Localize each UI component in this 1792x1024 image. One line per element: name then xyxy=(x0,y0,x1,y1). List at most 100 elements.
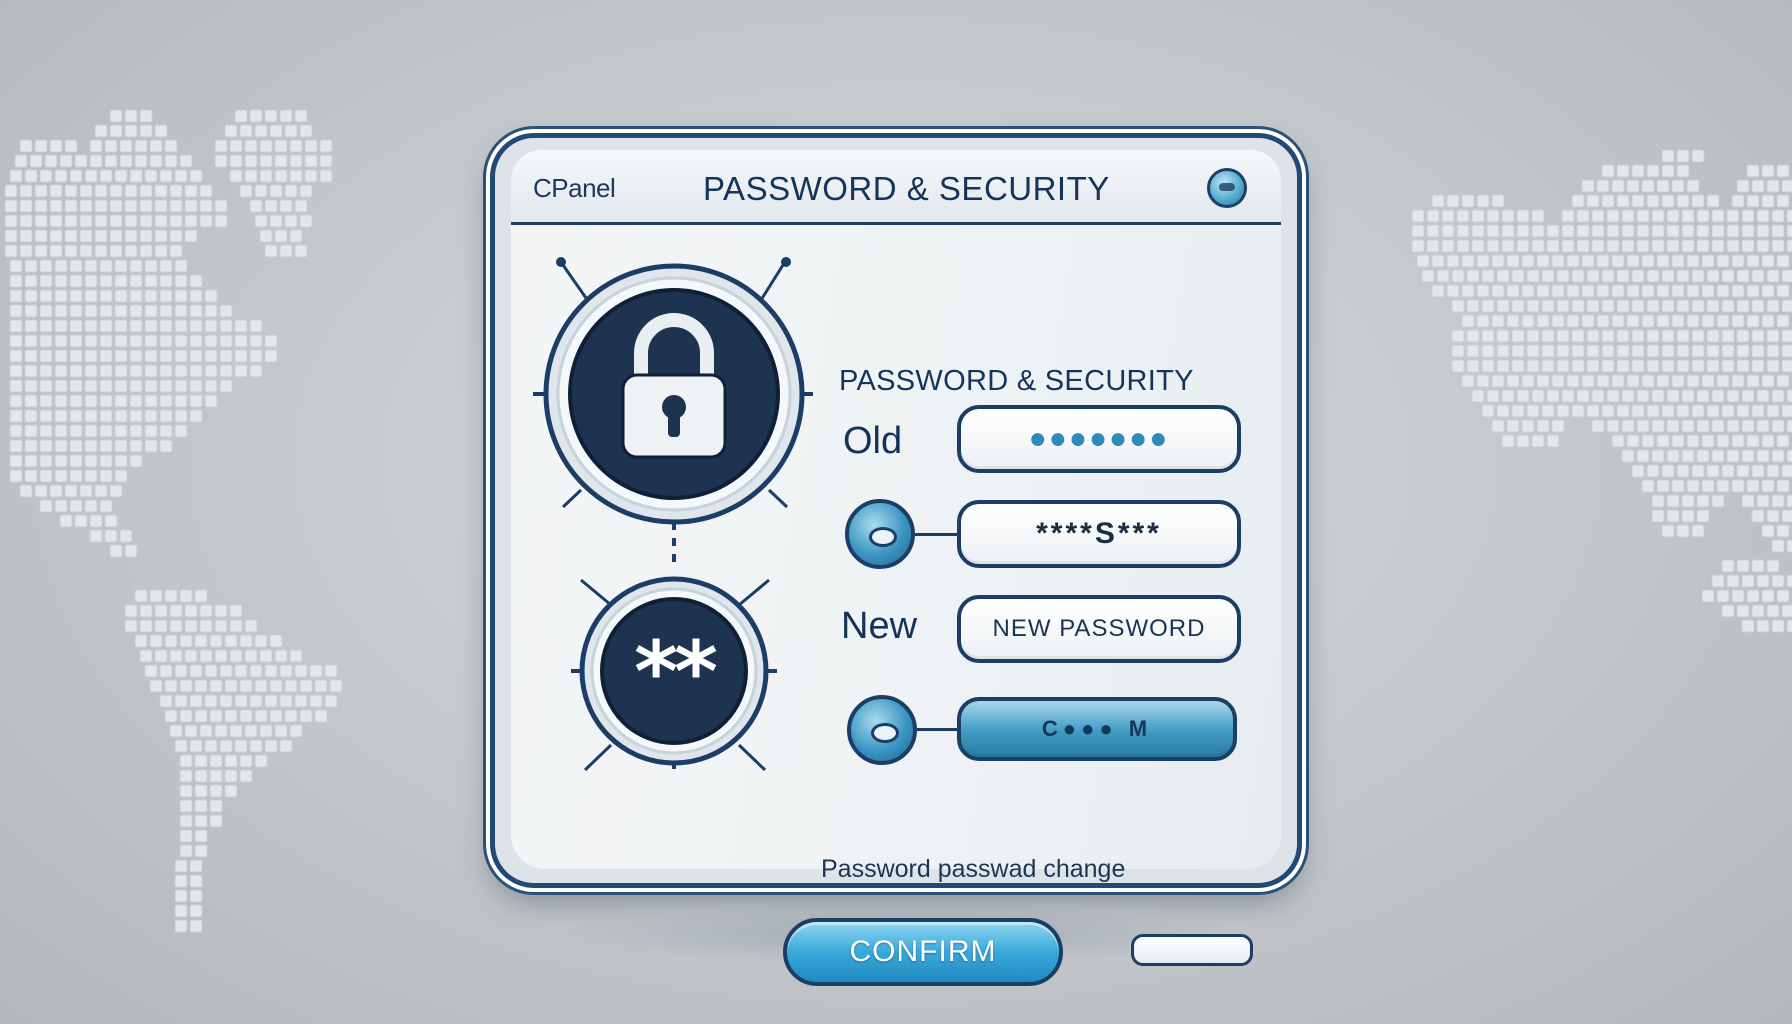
map-tile xyxy=(9,349,23,363)
map-tile xyxy=(1696,494,1710,508)
map-tile xyxy=(209,709,223,723)
map-tile xyxy=(1566,284,1580,298)
confirm-password-field[interactable]: C●●● M xyxy=(957,697,1237,761)
map-tile xyxy=(1586,404,1600,418)
map-tile xyxy=(1746,374,1760,388)
map-tile xyxy=(254,124,268,138)
map-tile xyxy=(69,424,83,438)
map-tile xyxy=(1626,254,1640,268)
title-bar-button[interactable] xyxy=(1207,168,1247,208)
map-tile xyxy=(269,214,283,228)
map-tile xyxy=(1731,479,1745,493)
map-tile xyxy=(279,694,293,708)
map-tile xyxy=(279,244,293,258)
map-tile xyxy=(39,394,53,408)
map-tile xyxy=(1736,269,1750,283)
map-tile xyxy=(54,259,68,273)
map-tile xyxy=(9,364,23,378)
map-tile xyxy=(74,154,88,168)
map-tile xyxy=(134,154,148,168)
cancel-button[interactable] xyxy=(1131,934,1253,966)
map-tile xyxy=(34,229,48,243)
map-tile xyxy=(1596,374,1610,388)
map-tile xyxy=(204,739,218,753)
map-tile xyxy=(1576,209,1590,223)
map-tile xyxy=(284,124,298,138)
map-tile xyxy=(269,184,283,198)
map-tile xyxy=(289,649,303,663)
map-tile xyxy=(94,229,108,243)
map-tile xyxy=(194,589,208,603)
map-tile xyxy=(254,184,268,198)
map-tile xyxy=(69,304,83,318)
map-tile xyxy=(1646,194,1660,208)
map-tile xyxy=(1701,284,1715,298)
map-tile xyxy=(1776,164,1790,178)
map-tile xyxy=(219,664,233,678)
map-tile xyxy=(99,304,113,318)
map-tile xyxy=(1711,389,1725,403)
map-tile xyxy=(194,784,208,798)
map-tile xyxy=(1586,329,1600,343)
map-tile xyxy=(1691,269,1705,283)
map-tile xyxy=(1661,359,1675,373)
map-tile xyxy=(1701,314,1715,328)
map-tile xyxy=(79,199,93,213)
map-tile xyxy=(1511,269,1525,283)
map-tile xyxy=(1726,239,1740,253)
map-tile xyxy=(229,619,243,633)
map-tile xyxy=(1411,224,1425,238)
map-tile xyxy=(159,424,173,438)
confirm-toggle-knob[interactable] xyxy=(847,695,917,765)
map-tile xyxy=(54,289,68,303)
map-tile xyxy=(1766,509,1780,523)
map-tile xyxy=(129,289,143,303)
map-tile xyxy=(79,184,93,198)
map-tile xyxy=(1496,344,1510,358)
map-tile xyxy=(1611,314,1625,328)
map-tile xyxy=(64,139,78,153)
map-tile xyxy=(144,334,158,348)
map-tile xyxy=(1696,509,1710,523)
map-tile xyxy=(4,229,18,243)
map-tile xyxy=(1701,479,1715,493)
map-tile xyxy=(24,409,38,423)
map-tile xyxy=(129,439,143,453)
map-tile xyxy=(179,154,193,168)
map-tile xyxy=(214,154,228,168)
map-tile xyxy=(1686,314,1700,328)
field-toggle-knob[interactable] xyxy=(845,499,915,569)
map-tile xyxy=(1531,224,1545,238)
map-tile xyxy=(1666,449,1680,463)
map-tile xyxy=(1736,604,1750,618)
map-tile xyxy=(84,469,98,483)
map-tile xyxy=(144,169,158,183)
map-tile xyxy=(1581,179,1595,193)
map-tile xyxy=(169,724,183,738)
new-password-value: NEW PASSWORD xyxy=(992,615,1206,642)
map-tile xyxy=(1521,374,1535,388)
map-tile xyxy=(1611,374,1625,388)
map-tile xyxy=(24,334,38,348)
map-tile xyxy=(1786,539,1792,553)
map-tile xyxy=(1491,374,1505,388)
map-tile xyxy=(224,634,238,648)
map-tile xyxy=(279,109,293,123)
password-field-masked[interactable]: ****S*** xyxy=(957,500,1241,568)
map-tile xyxy=(1701,589,1715,603)
map-tile xyxy=(1691,404,1705,418)
map-tile xyxy=(1616,359,1630,373)
map-tile xyxy=(234,319,248,333)
new-password-field[interactable]: NEW PASSWORD xyxy=(957,595,1241,663)
map-tile xyxy=(284,214,298,228)
map-tile xyxy=(34,139,48,153)
map-tile xyxy=(1776,314,1790,328)
old-password-field[interactable]: ●●●●●●● xyxy=(957,405,1241,473)
map-tile xyxy=(114,379,128,393)
map-tile xyxy=(54,499,68,513)
map-tile xyxy=(1666,494,1680,508)
map-tile xyxy=(1736,464,1750,478)
confirm-button[interactable]: CONFIRM xyxy=(783,918,1063,986)
map-tile xyxy=(1461,194,1475,208)
map-tile xyxy=(224,124,238,138)
